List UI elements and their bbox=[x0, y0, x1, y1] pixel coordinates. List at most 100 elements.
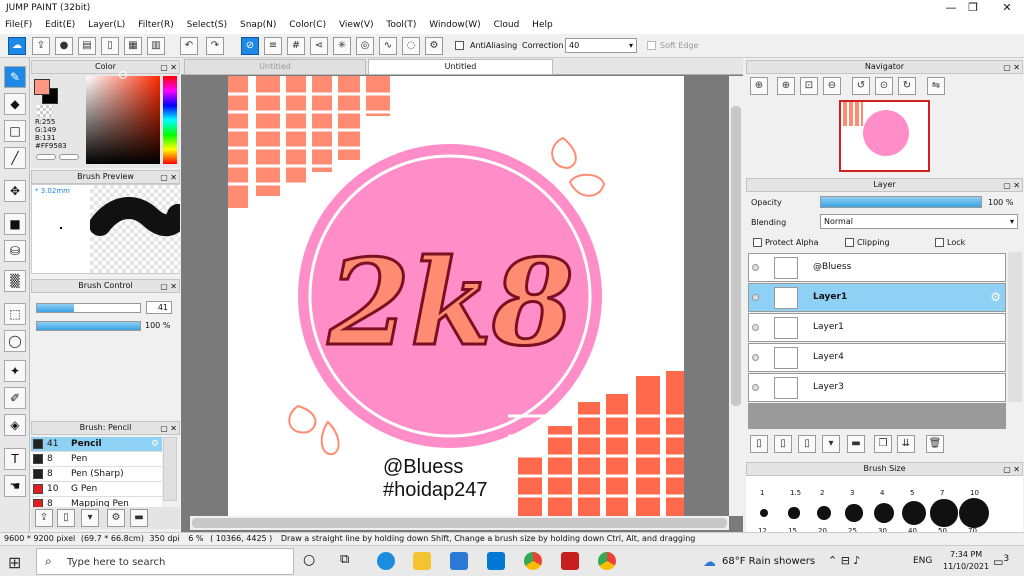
clipping-box[interactable] bbox=[845, 238, 854, 247]
notification-icon[interactable]: ▭3 bbox=[993, 553, 1009, 569]
new-folder-icon[interactable]: ▬ bbox=[847, 435, 865, 453]
tray-icons[interactable]: ⌃ ⊟ ♪ bbox=[828, 554, 860, 567]
move-tool-icon[interactable]: ✥ bbox=[4, 180, 26, 202]
line-tool-icon[interactable]: ╱ bbox=[4, 147, 26, 169]
color-slider-button-2[interactable] bbox=[59, 154, 79, 160]
brush-upload-icon[interactable]: ⇪ bbox=[35, 509, 53, 527]
panel-close-icon[interactable]: ▢ ✕ bbox=[1003, 464, 1020, 476]
select-rect-tool-icon[interactable]: ⬚ bbox=[4, 303, 26, 325]
task-view-icon[interactable]: ⧉ bbox=[340, 552, 349, 567]
hue-slider[interactable] bbox=[163, 76, 177, 164]
circle-snap-icon[interactable]: ◎ bbox=[356, 37, 374, 55]
snap-off-icon[interactable]: ⊘ bbox=[241, 37, 259, 55]
windows-start-icon[interactable]: ⊞ bbox=[8, 553, 21, 572]
layer-row[interactable]: Layer1 ⚙ bbox=[748, 283, 1006, 312]
horizontal-scrollbar[interactable] bbox=[190, 516, 729, 530]
visibility-toggle-icon[interactable] bbox=[752, 384, 759, 391]
lock-checkbox[interactable]: Lock bbox=[935, 238, 965, 247]
note-icon[interactable]: ▤ bbox=[78, 37, 96, 55]
brush-settings-icon[interactable]: ⚙ bbox=[107, 509, 125, 527]
chrome-icon-2[interactable] bbox=[598, 552, 616, 570]
tab-untitled-1[interactable]: Untitled bbox=[184, 59, 366, 75]
search-box[interactable]: ⌕ Type here to search bbox=[36, 548, 294, 575]
artwork-page[interactable]: 2k8 @Bluess #hoidap247 bbox=[228, 76, 684, 516]
undo-icon[interactable]: ↶ bbox=[180, 37, 198, 55]
menu-view[interactable]: View(V) bbox=[334, 17, 379, 34]
brush-item[interactable]: 10 G Pen bbox=[31, 482, 162, 497]
cortana-icon[interactable]: ○ bbox=[303, 552, 315, 568]
document-icon[interactable]: ▦ bbox=[124, 37, 142, 55]
duplicate-layer-icon[interactable]: ❐ bbox=[874, 435, 892, 453]
menu-filter[interactable]: Filter(R) bbox=[133, 17, 179, 34]
color-slider-button[interactable] bbox=[36, 154, 56, 160]
magic-wand-tool-icon[interactable]: ✦ bbox=[4, 360, 26, 382]
comment-icon[interactable]: ● bbox=[55, 37, 73, 55]
tab-untitled-2[interactable]: Untitled bbox=[368, 59, 553, 75]
brush-item[interactable]: 8 Pen (Sharp) bbox=[31, 467, 162, 482]
fit-icon[interactable]: ⊡ bbox=[800, 77, 818, 95]
brush-size-dot[interactable] bbox=[816, 505, 832, 521]
protect-alpha-checkbox[interactable]: Protect Alpha bbox=[753, 238, 819, 247]
redo-icon[interactable]: ↷ bbox=[206, 37, 224, 55]
vertical-scrollbar[interactable] bbox=[729, 76, 743, 516]
brush-size-dot[interactable] bbox=[873, 502, 895, 524]
brush-size-dot[interactable] bbox=[930, 499, 958, 527]
brush-size-dot[interactable] bbox=[788, 507, 800, 519]
brush-item[interactable]: 8 Pen bbox=[31, 452, 162, 467]
brush-list-scrollbar[interactable] bbox=[163, 437, 177, 501]
visibility-toggle-icon[interactable] bbox=[752, 354, 759, 361]
size-slider[interactable] bbox=[36, 303, 141, 313]
delete-layer-icon[interactable]: 🗑 bbox=[926, 435, 944, 453]
panel-close-icon[interactable]: ▢ ✕ bbox=[160, 423, 177, 435]
panel-close-icon[interactable]: ▢ ✕ bbox=[1003, 180, 1020, 192]
gear-icon[interactable]: ⚙ bbox=[990, 290, 1001, 304]
zoom-plus-icon[interactable]: ⊕ bbox=[777, 77, 795, 95]
eraser-tool-icon[interactable]: ◆ bbox=[4, 93, 26, 115]
layer-opacity-slider[interactable] bbox=[820, 196, 982, 208]
fill-rect-tool-icon[interactable]: ■ bbox=[4, 213, 26, 235]
select-pen-tool-icon[interactable]: ✐ bbox=[4, 387, 26, 409]
new-layer-menu-icon[interactable]: ▾ bbox=[822, 435, 840, 453]
lasso-snap-icon[interactable]: ◌ bbox=[402, 37, 420, 55]
parallel-snap-icon[interactable]: ≡ bbox=[264, 37, 282, 55]
file-explorer-icon[interactable] bbox=[413, 552, 431, 570]
opacity-slider[interactable] bbox=[36, 321, 141, 331]
color-picker-cursor[interactable] bbox=[119, 71, 127, 79]
layer-row[interactable]: @Bluess bbox=[748, 253, 1006, 282]
antialiasing-checkbox[interactable] bbox=[455, 41, 467, 51]
brush-size-dot[interactable] bbox=[845, 504, 863, 522]
perspective-snap-icon[interactable]: ⋖ bbox=[310, 37, 328, 55]
new-layer-8bit-icon[interactable]: ▯ bbox=[774, 435, 792, 453]
brush-size-dot[interactable] bbox=[958, 497, 990, 529]
layer-row[interactable]: Layer3 bbox=[748, 373, 1006, 402]
brush-size-dot[interactable] bbox=[760, 509, 768, 517]
visibility-toggle-icon[interactable] bbox=[752, 264, 759, 271]
cloud-icon[interactable]: ☁ bbox=[8, 37, 26, 55]
mail-icon[interactable] bbox=[487, 552, 505, 570]
page-icon[interactable]: ▯ bbox=[101, 37, 119, 55]
pen-tool-icon[interactable]: ✎ bbox=[4, 66, 26, 88]
settings-snap-icon[interactable]: ⚙ bbox=[425, 37, 443, 55]
gradient-tool-icon[interactable]: ▒ bbox=[4, 270, 26, 292]
foreground-color-swatch-top[interactable] bbox=[34, 79, 50, 95]
new-brush-icon[interactable]: ▯ bbox=[57, 509, 75, 527]
visibility-toggle-icon[interactable] bbox=[752, 324, 759, 331]
menu-file[interactable]: File(F) bbox=[0, 17, 37, 34]
menu-window[interactable]: Window(W) bbox=[424, 17, 485, 34]
text-tool-icon[interactable]: T bbox=[4, 448, 26, 470]
brush-item[interactable]: 41 Pencil ⚙ bbox=[31, 437, 162, 452]
bucket-tool-icon[interactable]: ⛁ bbox=[4, 240, 26, 262]
brush-folder-icon[interactable]: ▬ bbox=[130, 509, 148, 527]
menu-layer[interactable]: Layer(L) bbox=[83, 17, 130, 34]
merge-layer-icon[interactable]: ⇊ bbox=[897, 435, 915, 453]
language-indicator[interactable]: ENG bbox=[913, 556, 932, 566]
panel-close-icon[interactable]: ▢ ✕ bbox=[160, 172, 177, 184]
chrome-icon[interactable] bbox=[524, 552, 542, 570]
zoom-in-icon[interactable]: ⊕ bbox=[750, 77, 768, 95]
color-picker-square[interactable] bbox=[86, 76, 160, 164]
clock[interactable]: 7:34 PM 11/10/2021 bbox=[943, 549, 989, 573]
flip-icon[interactable]: ⇋ bbox=[927, 77, 945, 95]
menu-tool[interactable]: Tool(T) bbox=[381, 17, 421, 34]
blending-select[interactable]: Normal ▾ bbox=[820, 214, 1018, 229]
horizontal-scroll-thumb[interactable] bbox=[192, 518, 727, 528]
